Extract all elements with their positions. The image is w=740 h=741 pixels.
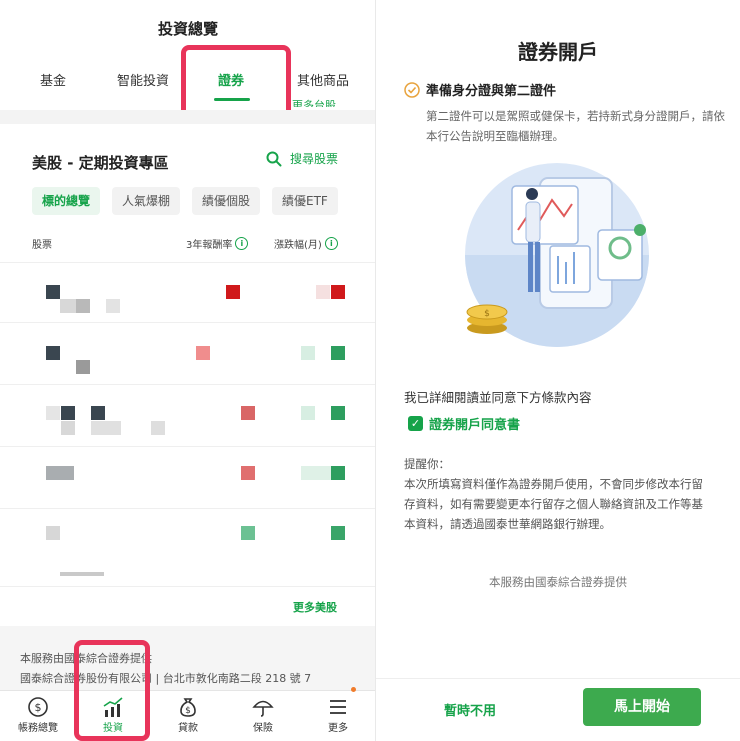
svg-text:$: $ <box>484 309 490 319</box>
column-stock-label: 股票 <box>32 240 52 251</box>
blurred-return-value <box>241 526 255 540</box>
nav-insurance[interactable]: 保險 <box>233 695 293 734</box>
nav-loans[interactable]: $ 貸款 <box>158 695 218 734</box>
menu-icon <box>330 700 346 714</box>
info-icon[interactable]: i <box>324 237 338 250</box>
column-header-return: 3年報酬率 i <box>186 236 249 251</box>
info-icon[interactable]: i <box>235 237 249 250</box>
blurred-return-value <box>241 406 255 420</box>
blurred-change-value <box>331 526 345 540</box>
chip-overview[interactable]: 標的總覽 <box>32 187 101 215</box>
blurred-change-value <box>331 346 345 360</box>
column-change-label: 漲跌幅(月) <box>274 240 322 251</box>
search-icon <box>266 151 282 166</box>
reminder-title: 提醒你： <box>404 457 450 471</box>
svg-text:$: $ <box>35 701 42 714</box>
nav-account-overview[interactable]: $ 帳務總覽 <box>8 695 68 734</box>
chip-popular[interactable]: 人氣爆棚 <box>112 187 181 215</box>
money-bag-icon: $ <box>180 698 196 717</box>
page-title: 投資總覽 <box>157 20 218 38</box>
blurred-stock-name <box>91 421 121 435</box>
blurred-return-value <box>196 346 210 360</box>
consent-checkbox-row[interactable]: ✓ 證券開戶同意書 <box>408 414 520 433</box>
column-return-label: 3年報酬率 <box>186 240 233 251</box>
more-us-stocks-link[interactable]: 更多美股 <box>293 599 337 615</box>
column-header-change: 漲跌幅(月) i <box>274 236 338 251</box>
blurred-stock-name <box>106 299 120 313</box>
notification-dot <box>351 687 356 692</box>
row-divider <box>0 384 376 385</box>
umbrella-icon <box>252 700 274 717</box>
row-divider <box>0 322 376 323</box>
nav-label: 帳務總覽 <box>18 723 58 734</box>
reminder-body: 本次所填寫資料僅作為證券開戶使用，不會同步修改本行留存資料，如有需要變更本行留存… <box>404 477 703 531</box>
blurred-change-value <box>331 406 345 420</box>
more-tw-stocks-link[interactable]: 更多台股 <box>292 97 336 107</box>
nav-label: 更多 <box>328 723 348 734</box>
chip-top-stocks[interactable]: 績優個股 <box>192 187 261 215</box>
row-divider <box>0 446 376 447</box>
securities-account-opening-screen: 證券開戶 準備身分證與第二證件 第二證件可以是駕照或健保卡，若持新式身分證開戶，… <box>376 0 740 741</box>
blurred-stock-name <box>46 285 60 299</box>
blurred-stock-name <box>61 406 75 420</box>
page-title: 證券開戶 <box>518 40 598 64</box>
blurred-stock-name <box>91 406 105 420</box>
footer-address-text: 國泰綜合證券股份有限公司 | 台北市敦化南路二段 218 號 7 <box>20 672 312 685</box>
blurred-stock-name <box>46 466 74 480</box>
blurred-stock-name <box>46 406 60 420</box>
blurred-return-value <box>241 466 255 480</box>
blurred-stock-name <box>46 346 60 360</box>
blurred-change-value <box>301 466 331 480</box>
blurred-stock-name <box>46 526 60 540</box>
blurred-change-value <box>316 285 330 299</box>
start-now-button[interactable]: 馬上開始 <box>583 688 701 726</box>
nav-label: 貸款 <box>178 723 198 734</box>
prep-description: 第二證件可以是駕照或健保卡，若持新式身分證開戶，請依本行公告說明至臨櫃辦理。 <box>426 109 725 143</box>
not-now-button[interactable]: 暫時不用 <box>444 700 496 719</box>
bottom-nav: $ 帳務總覽 投資 $ 貸款 保險 更多 <box>0 690 376 741</box>
column-header-stock: 股票 <box>32 236 52 251</box>
investor-illustration: $ <box>465 163 649 347</box>
blurred-change-value <box>301 346 315 360</box>
row-divider <box>0 262 376 263</box>
investment-overview-screen: 投資總覽 基金 智能投資 證券 其他商品 更多台股 美股 - 定期投資專區 搜尋… <box>0 0 376 741</box>
tab-funds[interactable]: 基金 <box>40 70 66 89</box>
blurred-stock-name <box>61 421 75 435</box>
blurred-stock-name <box>76 299 90 313</box>
tab-other-products[interactable]: 其他商品 <box>297 70 349 89</box>
prep-title: 準備身分證與第二證件 <box>426 84 557 99</box>
blurred-change-value <box>331 466 345 480</box>
prep-documents-heading: 準備身分證與第二證件 <box>404 80 556 99</box>
consent-document-link[interactable]: 證券開戶同意書 <box>429 414 520 433</box>
svg-text:$: $ <box>185 706 191 716</box>
agree-terms-text: 我已詳細閱讀並同意下方條款內容 <box>404 390 592 405</box>
chip-top-etf[interactable]: 績優ETF <box>272 187 338 215</box>
blurred-return-value <box>226 285 240 299</box>
blurred-stock-name <box>60 572 104 576</box>
blurred-stock-name <box>151 421 165 435</box>
blurred-change-value <box>301 406 315 420</box>
row-divider <box>0 508 376 509</box>
us-stock-section-title: 美股 - 定期投資專區 <box>32 154 169 172</box>
section-separator <box>0 110 376 124</box>
search-stock-button[interactable]: 搜尋股票 <box>266 150 338 167</box>
row-divider <box>0 586 376 587</box>
provider-text: 本服務由國泰綜合證券提供 <box>489 575 627 589</box>
nav-label: 保險 <box>253 723 273 734</box>
blurred-change-value <box>331 285 345 299</box>
reminder-block: 提醒你： 本次所填寫資料僅作為證券開戶使用，不會同步修改本行留存資料，如有需要變… <box>404 454 714 534</box>
dollar-circle-icon: $ <box>28 697 48 717</box>
tab-robo-invest[interactable]: 智能投資 <box>117 70 169 89</box>
blurred-stock-name <box>76 360 90 374</box>
highlight-invest-nav <box>74 640 150 741</box>
check-circle-icon <box>404 81 420 98</box>
search-stock-label: 搜尋股票 <box>290 152 339 166</box>
checkbox-icon[interactable]: ✓ <box>408 416 423 431</box>
nav-more[interactable]: 更多 <box>308 695 368 734</box>
